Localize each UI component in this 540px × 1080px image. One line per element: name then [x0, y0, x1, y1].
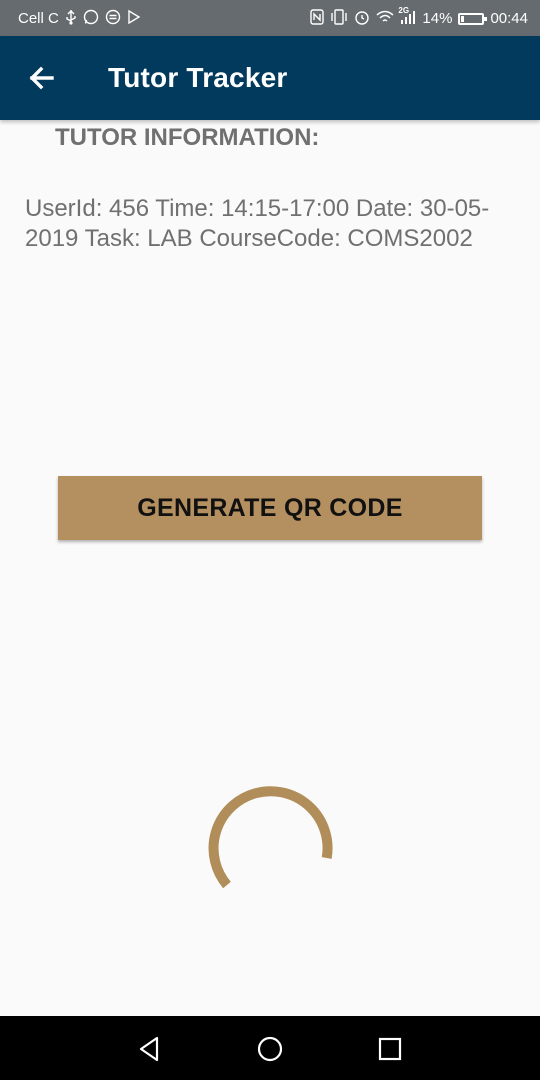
nav-back-button[interactable]: [135, 1034, 165, 1064]
app-bar: Tutor Tracker: [0, 36, 540, 120]
nav-bar: [0, 1016, 540, 1080]
wifi-icon: [376, 9, 394, 28]
nav-home-button[interactable]: [255, 1034, 285, 1064]
arrow-left-icon: [29, 66, 54, 90]
network-type-label: 2G: [398, 6, 410, 15]
alarm-icon: [354, 9, 370, 28]
generate-qr-code-button[interactable]: GENERATE QR CODE: [58, 476, 482, 540]
status-right: 2G 14% 00:44: [310, 6, 528, 28]
square-recents-icon: [378, 1037, 402, 1061]
loading-spinner: [208, 786, 333, 889]
back-button[interactable]: [22, 58, 62, 98]
status-bar: Cell C 2G 14% 00:44: [0, 0, 540, 36]
app-title: Tutor Tracker: [108, 62, 288, 93]
battery-icon: [458, 12, 488, 25]
circle-home-icon: [257, 1036, 283, 1062]
spinner-arc: [208, 786, 333, 889]
tutor-info-heading: TUTOR INFORMATION:: [55, 124, 320, 151]
carrier-label: Cell C: [18, 10, 59, 27]
nav-recents-button[interactable]: [375, 1034, 405, 1064]
vibrate-icon: [330, 9, 348, 28]
triangle-back-icon: [139, 1036, 159, 1062]
clock: 00:44: [490, 10, 528, 27]
status-left: Cell C: [18, 9, 141, 28]
usb-icon: [65, 9, 77, 28]
nfc-icon: [310, 9, 325, 28]
whatsapp-icon: [83, 9, 99, 28]
signal-icon: 2G: [398, 6, 416, 28]
message-icon: [105, 9, 121, 28]
play-store-icon: [127, 9, 141, 28]
battery-fill: [461, 15, 465, 22]
tutor-info-text: UserId: 456 Time: 14:15-17:00 Date: 30-0…: [25, 195, 490, 252]
generate-qr-code-label: GENERATE QR CODE: [137, 493, 403, 522]
battery-percent: 14%: [422, 10, 453, 27]
